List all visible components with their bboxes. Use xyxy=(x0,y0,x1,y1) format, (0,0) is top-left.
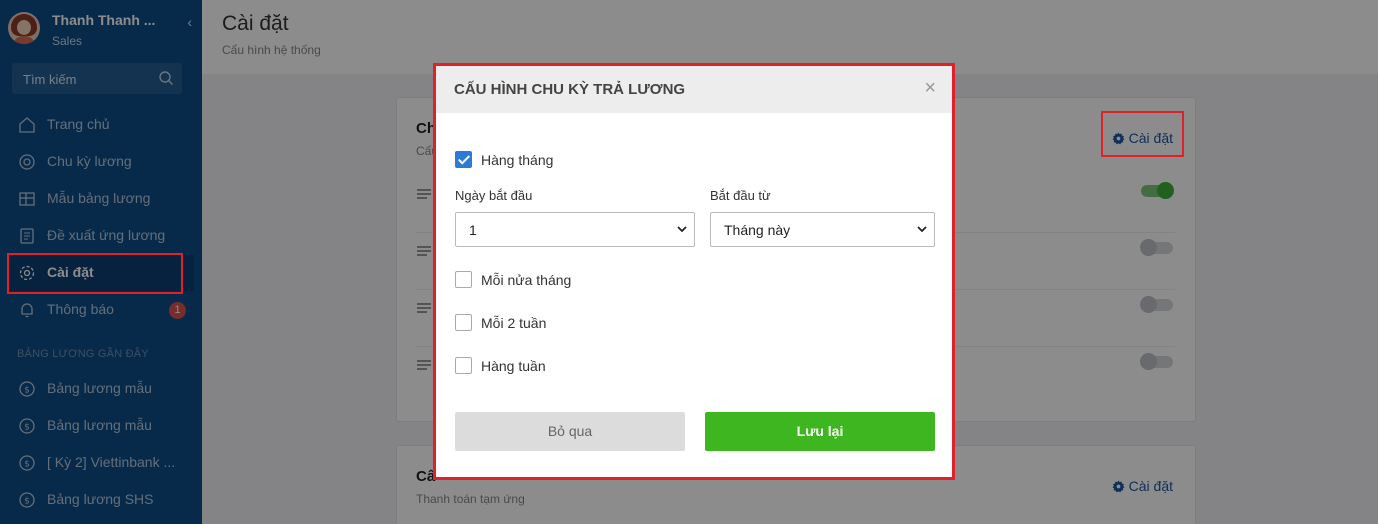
checkbox[interactable] xyxy=(455,357,472,374)
save-button[interactable]: Lưu lại xyxy=(705,412,935,451)
start-from-select[interactable]: Tháng này xyxy=(710,212,935,247)
option-label: Hàng tuần xyxy=(481,358,546,374)
cancel-button[interactable]: Bỏ qua xyxy=(455,412,685,451)
chevron-down-icon xyxy=(677,226,687,233)
dialog-title: CẤU HÌNH CHU KỲ TRẢ LƯƠNG xyxy=(454,81,686,98)
option-label: Mỗi 2 tuần xyxy=(481,315,547,331)
checkbox[interactable] xyxy=(455,314,472,331)
select-value: Tháng này xyxy=(724,222,791,238)
select-value: 1 xyxy=(469,222,477,238)
close-icon[interactable]: × xyxy=(924,77,936,100)
chevron-down-icon xyxy=(917,226,927,233)
start-from-label: Bắt đầu từ xyxy=(710,188,771,203)
option-label: Mỗi nửa tháng xyxy=(481,272,572,288)
start-day-label: Ngày bắt đầu xyxy=(455,188,533,203)
pay-cycle-config-dialog: CẤU HÌNH CHU KỲ TRẢ LƯƠNG × Hàng tháng N… xyxy=(433,63,955,480)
checkbox[interactable] xyxy=(455,271,472,288)
checkbox[interactable] xyxy=(455,151,472,168)
highlight-settings-button xyxy=(1101,111,1184,157)
option-label: Hàng tháng xyxy=(481,152,554,168)
highlight-settings-nav xyxy=(7,253,183,294)
start-day-select[interactable]: 1 xyxy=(455,212,695,247)
dialog-header: CẤU HÌNH CHU KỲ TRẢ LƯƠNG × xyxy=(436,66,952,113)
